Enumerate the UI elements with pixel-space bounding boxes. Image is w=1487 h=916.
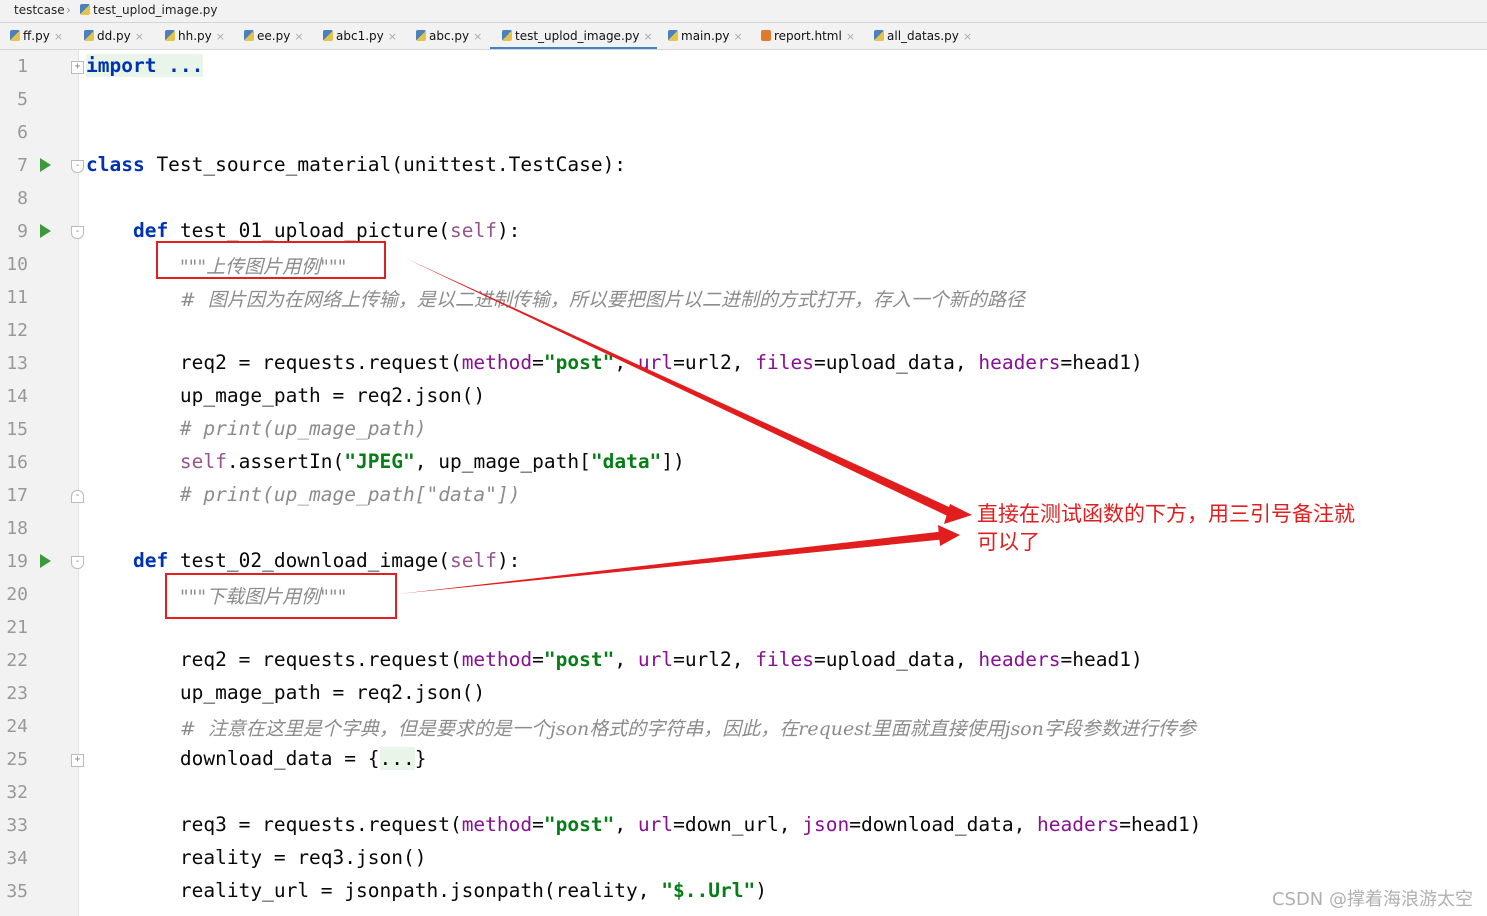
annotation-arrows	[398, 258, 972, 594]
watermark: CSDN @撑着海浪游太空	[1271, 889, 1473, 910]
arrow-head-2	[938, 525, 960, 546]
arrow-line-1	[405, 258, 960, 520]
annotation-text: 直接在测试函数的下方，用三引号备注就可以了	[977, 502, 1355, 554]
arrow-line-2	[398, 531, 947, 594]
